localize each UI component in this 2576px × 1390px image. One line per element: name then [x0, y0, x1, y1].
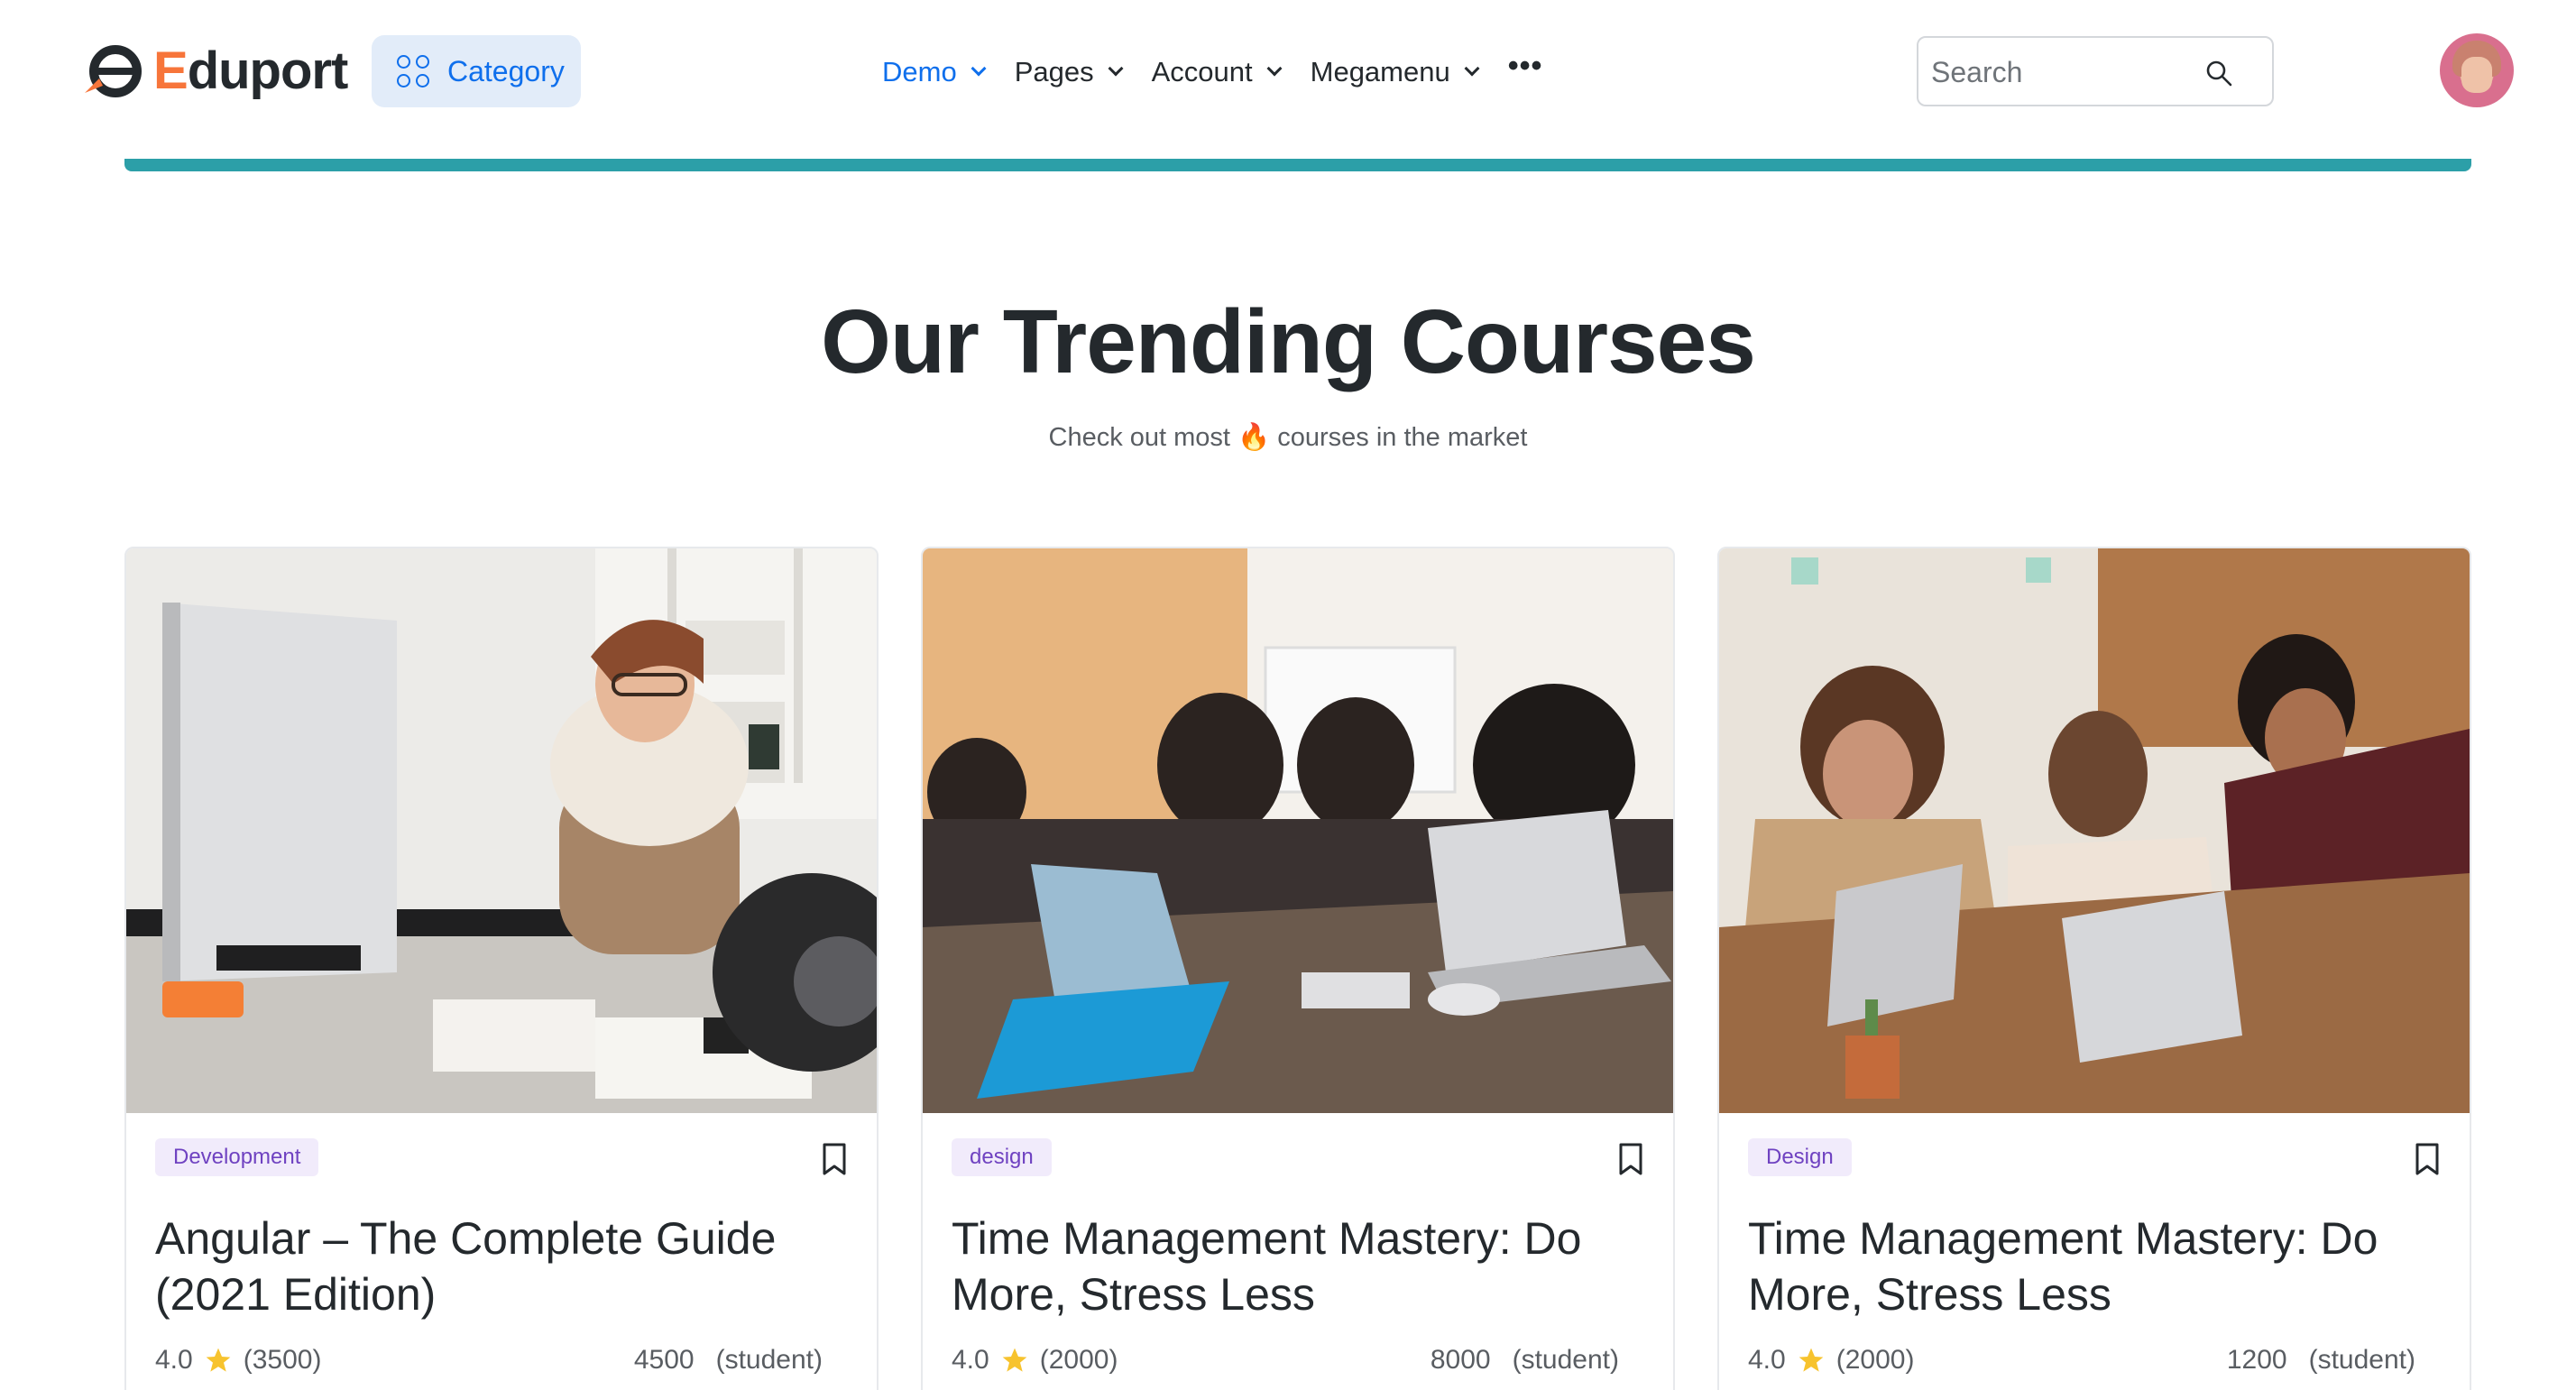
nav-item-pages[interactable]: Pages — [1014, 56, 1124, 88]
nav-item-account[interactable]: Account — [1151, 56, 1283, 88]
category-grid-icon — [397, 55, 429, 87]
review-count: (2000) — [1835, 1345, 1915, 1375]
category-badge[interactable]: Design — [1748, 1138, 1852, 1176]
woman-at-computer-photo[interactable] — [126, 548, 877, 1113]
student-count: 4500 (student) — [633, 1345, 823, 1375]
rating-value: 4.0 — [155, 1345, 193, 1375]
star-icon — [1799, 1348, 1824, 1372]
nav-item-demo[interactable]: Demo — [882, 56, 987, 88]
star-icon — [206, 1348, 231, 1372]
course-meta: 4.0 (3500) 4500 (student) — [155, 1342, 823, 1378]
student-count: 1200 (student) — [2226, 1345, 2415, 1375]
course-card[interactable]: Design Time Management Mastery: Do More,… — [1717, 547, 2471, 1390]
course-card[interactable]: Development Angular – The Complete Guide… — [124, 547, 879, 1390]
nav-label: Pages — [1014, 56, 1094, 87]
category-badge[interactable]: design — [952, 1138, 1052, 1176]
accent-divider — [124, 159, 2471, 171]
nav-label: Megamenu — [1310, 56, 1450, 87]
search-box — [1917, 36, 2274, 106]
course-title[interactable]: Time Management Mastery: Do More, Stress… — [1748, 1210, 2433, 1322]
course-title[interactable]: Angular – The Complete Guide (2021 Editi… — [155, 1210, 841, 1322]
rating-value: 4.0 — [952, 1345, 989, 1375]
nav-item-megamenu[interactable]: Megamenu — [1310, 56, 1480, 88]
user-avatar[interactable] — [2440, 33, 2514, 107]
chevron-down-icon — [1108, 60, 1124, 77]
meeting-table-photo[interactable] — [923, 548, 1673, 1113]
section-subtitle: Check out most 🔥 courses in the market — [1048, 423, 1528, 452]
top-navbar: Eduport Category Demo Pages Account Mega… — [0, 0, 2576, 144]
search-icon[interactable] — [2205, 60, 2232, 87]
main-nav: Demo Pages Account Megamenu ••• — [882, 49, 1543, 94]
course-list: Development Angular – The Complete Guide… — [124, 547, 2471, 1390]
section-title: Our Trending Courses — [821, 291, 1756, 392]
bookmark-icon[interactable] — [821, 1142, 848, 1176]
student-count: 8000 (student) — [1430, 1345, 1619, 1375]
search-input[interactable] — [1931, 52, 2202, 92]
bookmark-icon[interactable] — [2414, 1142, 2441, 1176]
course-title[interactable]: Time Management Mastery: Do More, Stress… — [952, 1210, 1637, 1322]
more-menu-icon[interactable]: ••• — [1508, 49, 1543, 84]
brand-logo[interactable]: Eduport — [81, 38, 348, 103]
category-label: Category — [447, 54, 565, 87]
brand-name: Eduport — [153, 41, 348, 100]
review-count: (3500) — [243, 1345, 322, 1375]
bookmark-icon[interactable] — [1617, 1142, 1644, 1176]
star-icon — [1002, 1348, 1027, 1372]
review-count: (2000) — [1039, 1345, 1118, 1375]
nav-label: Account — [1151, 56, 1253, 87]
chevron-down-icon — [1266, 60, 1283, 77]
team-laptops-photo[interactable] — [1719, 548, 2470, 1113]
course-card[interactable]: design Time Management Mastery: Do More,… — [921, 547, 1675, 1390]
category-badge[interactable]: Development — [155, 1138, 319, 1176]
nav-label: Demo — [882, 56, 957, 87]
rating-value: 4.0 — [1748, 1345, 1786, 1375]
fire-icon: 🔥 — [1237, 423, 1271, 452]
course-meta: 4.0 (2000) 8000 (student) — [952, 1342, 1619, 1378]
chevron-down-icon — [971, 60, 987, 77]
chevron-down-icon — [1464, 60, 1480, 77]
category-button[interactable]: Category — [372, 35, 581, 107]
logo-mark-icon — [85, 45, 142, 97]
course-meta: 4.0 (2000) 1200 (student) — [1748, 1342, 2415, 1378]
